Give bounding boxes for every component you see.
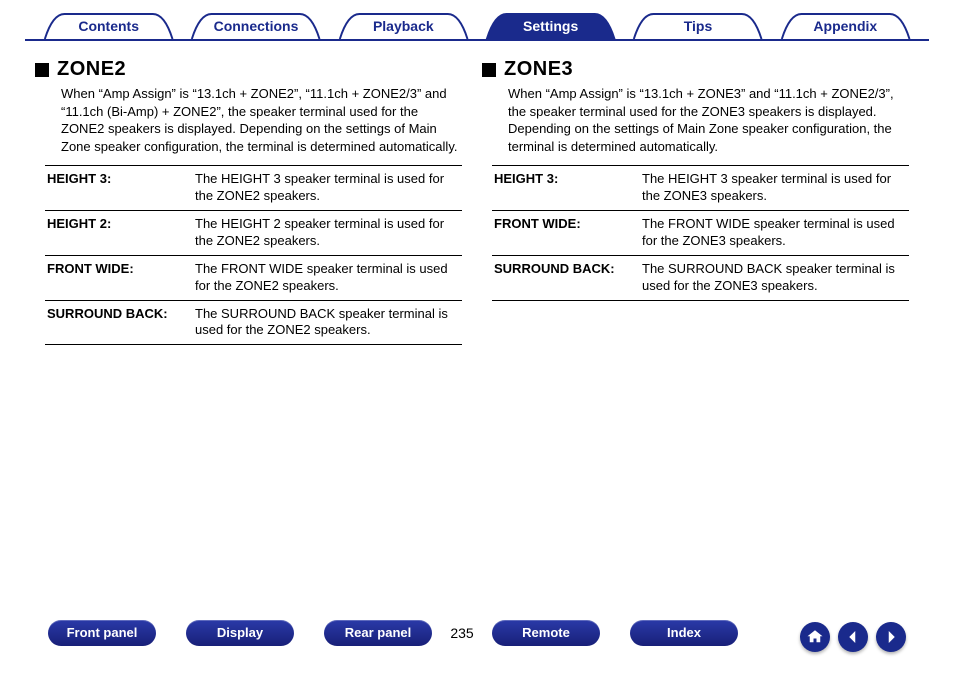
row-value: The FRONT WIDE speaker terminal is used …	[642, 216, 909, 250]
row-key: HEIGHT 3:	[45, 171, 195, 205]
rear-panel-button[interactable]: Rear panel	[324, 620, 432, 646]
row-key: SURROUND BACK:	[45, 306, 195, 340]
zone2-intro: When “Amp Assign” is “13.1ch + ZONE2”, “…	[61, 85, 462, 155]
tab-label: Contents	[78, 18, 139, 34]
table-row: FRONT WIDE: The FRONT WIDE speaker termi…	[492, 211, 909, 256]
display-button[interactable]: Display	[186, 620, 294, 646]
zone3-section: ZONE3 When “Amp Assign” is “13.1ch + ZON…	[492, 58, 909, 345]
remote-button[interactable]: Remote	[492, 620, 600, 646]
table-row: FRONT WIDE: The FRONT WIDE speaker termi…	[45, 256, 462, 301]
row-value: The HEIGHT 3 speaker terminal is used fo…	[642, 171, 909, 205]
row-value: The HEIGHT 2 speaker terminal is used fo…	[195, 216, 462, 250]
topnav-rule	[25, 39, 929, 41]
index-button[interactable]: Index	[630, 620, 738, 646]
tab-label: Connections	[214, 18, 299, 34]
tab-contents[interactable]: Contents	[35, 12, 182, 40]
tab-connections[interactable]: Connections	[182, 12, 329, 40]
zone3-table: HEIGHT 3: The HEIGHT 3 speaker terminal …	[492, 165, 909, 300]
tab-label: Tips	[684, 18, 713, 34]
zone3-title: ZONE3	[504, 58, 573, 81]
table-row: HEIGHT 3: The HEIGHT 3 speaker terminal …	[45, 166, 462, 211]
zone3-heading: ZONE3	[482, 58, 909, 81]
table-row: HEIGHT 2: The HEIGHT 2 speaker terminal …	[45, 211, 462, 256]
row-value: The FRONT WIDE speaker terminal is used …	[195, 261, 462, 295]
row-value: The SURROUND BACK speaker terminal is us…	[642, 261, 909, 295]
row-key: HEIGHT 2:	[45, 216, 195, 250]
zone2-table: HEIGHT 3: The HEIGHT 3 speaker terminal …	[45, 165, 462, 345]
row-value: The SURROUND BACK speaker terminal is us…	[195, 306, 462, 340]
row-key: SURROUND BACK:	[492, 261, 642, 295]
bottom-bar: Front panel Display Rear panel 235 Remot…	[48, 618, 906, 648]
zone3-intro: When “Amp Assign” is “13.1ch + ZONE3” an…	[508, 85, 909, 155]
zone2-section: ZONE2 When “Amp Assign” is “13.1ch + ZON…	[45, 58, 462, 345]
table-row: SURROUND BACK: The SURROUND BACK speaker…	[492, 256, 909, 301]
tab-playback[interactable]: Playback	[330, 12, 477, 40]
tab-appendix[interactable]: Appendix	[772, 12, 919, 40]
zone2-title: ZONE2	[57, 58, 126, 81]
row-key: HEIGHT 3:	[492, 171, 642, 205]
table-row: SURROUND BACK: The SURROUND BACK speaker…	[45, 301, 462, 346]
page-number: 235	[432, 625, 492, 641]
top-nav: Contents Connections Playback Settings T…	[35, 12, 919, 40]
row-value: The HEIGHT 3 speaker terminal is used fo…	[195, 171, 462, 205]
tab-label: Settings	[523, 18, 578, 34]
nav-icon-group	[800, 622, 906, 652]
square-bullet-icon	[35, 63, 49, 77]
prev-page-icon[interactable]	[838, 622, 868, 652]
front-panel-button[interactable]: Front panel	[48, 620, 156, 646]
page-content: ZONE2 When “Amp Assign” is “13.1ch + ZON…	[0, 58, 954, 345]
tab-label: Appendix	[813, 18, 877, 34]
home-icon[interactable]	[800, 622, 830, 652]
square-bullet-icon	[482, 63, 496, 77]
tab-settings[interactable]: Settings	[477, 12, 624, 40]
row-key: FRONT WIDE:	[45, 261, 195, 295]
tab-label: Playback	[373, 18, 434, 34]
row-key: FRONT WIDE:	[492, 216, 642, 250]
table-row: HEIGHT 3: The HEIGHT 3 speaker terminal …	[492, 166, 909, 211]
zone2-heading: ZONE2	[35, 58, 462, 81]
tab-tips[interactable]: Tips	[624, 12, 771, 40]
next-page-icon[interactable]	[876, 622, 906, 652]
